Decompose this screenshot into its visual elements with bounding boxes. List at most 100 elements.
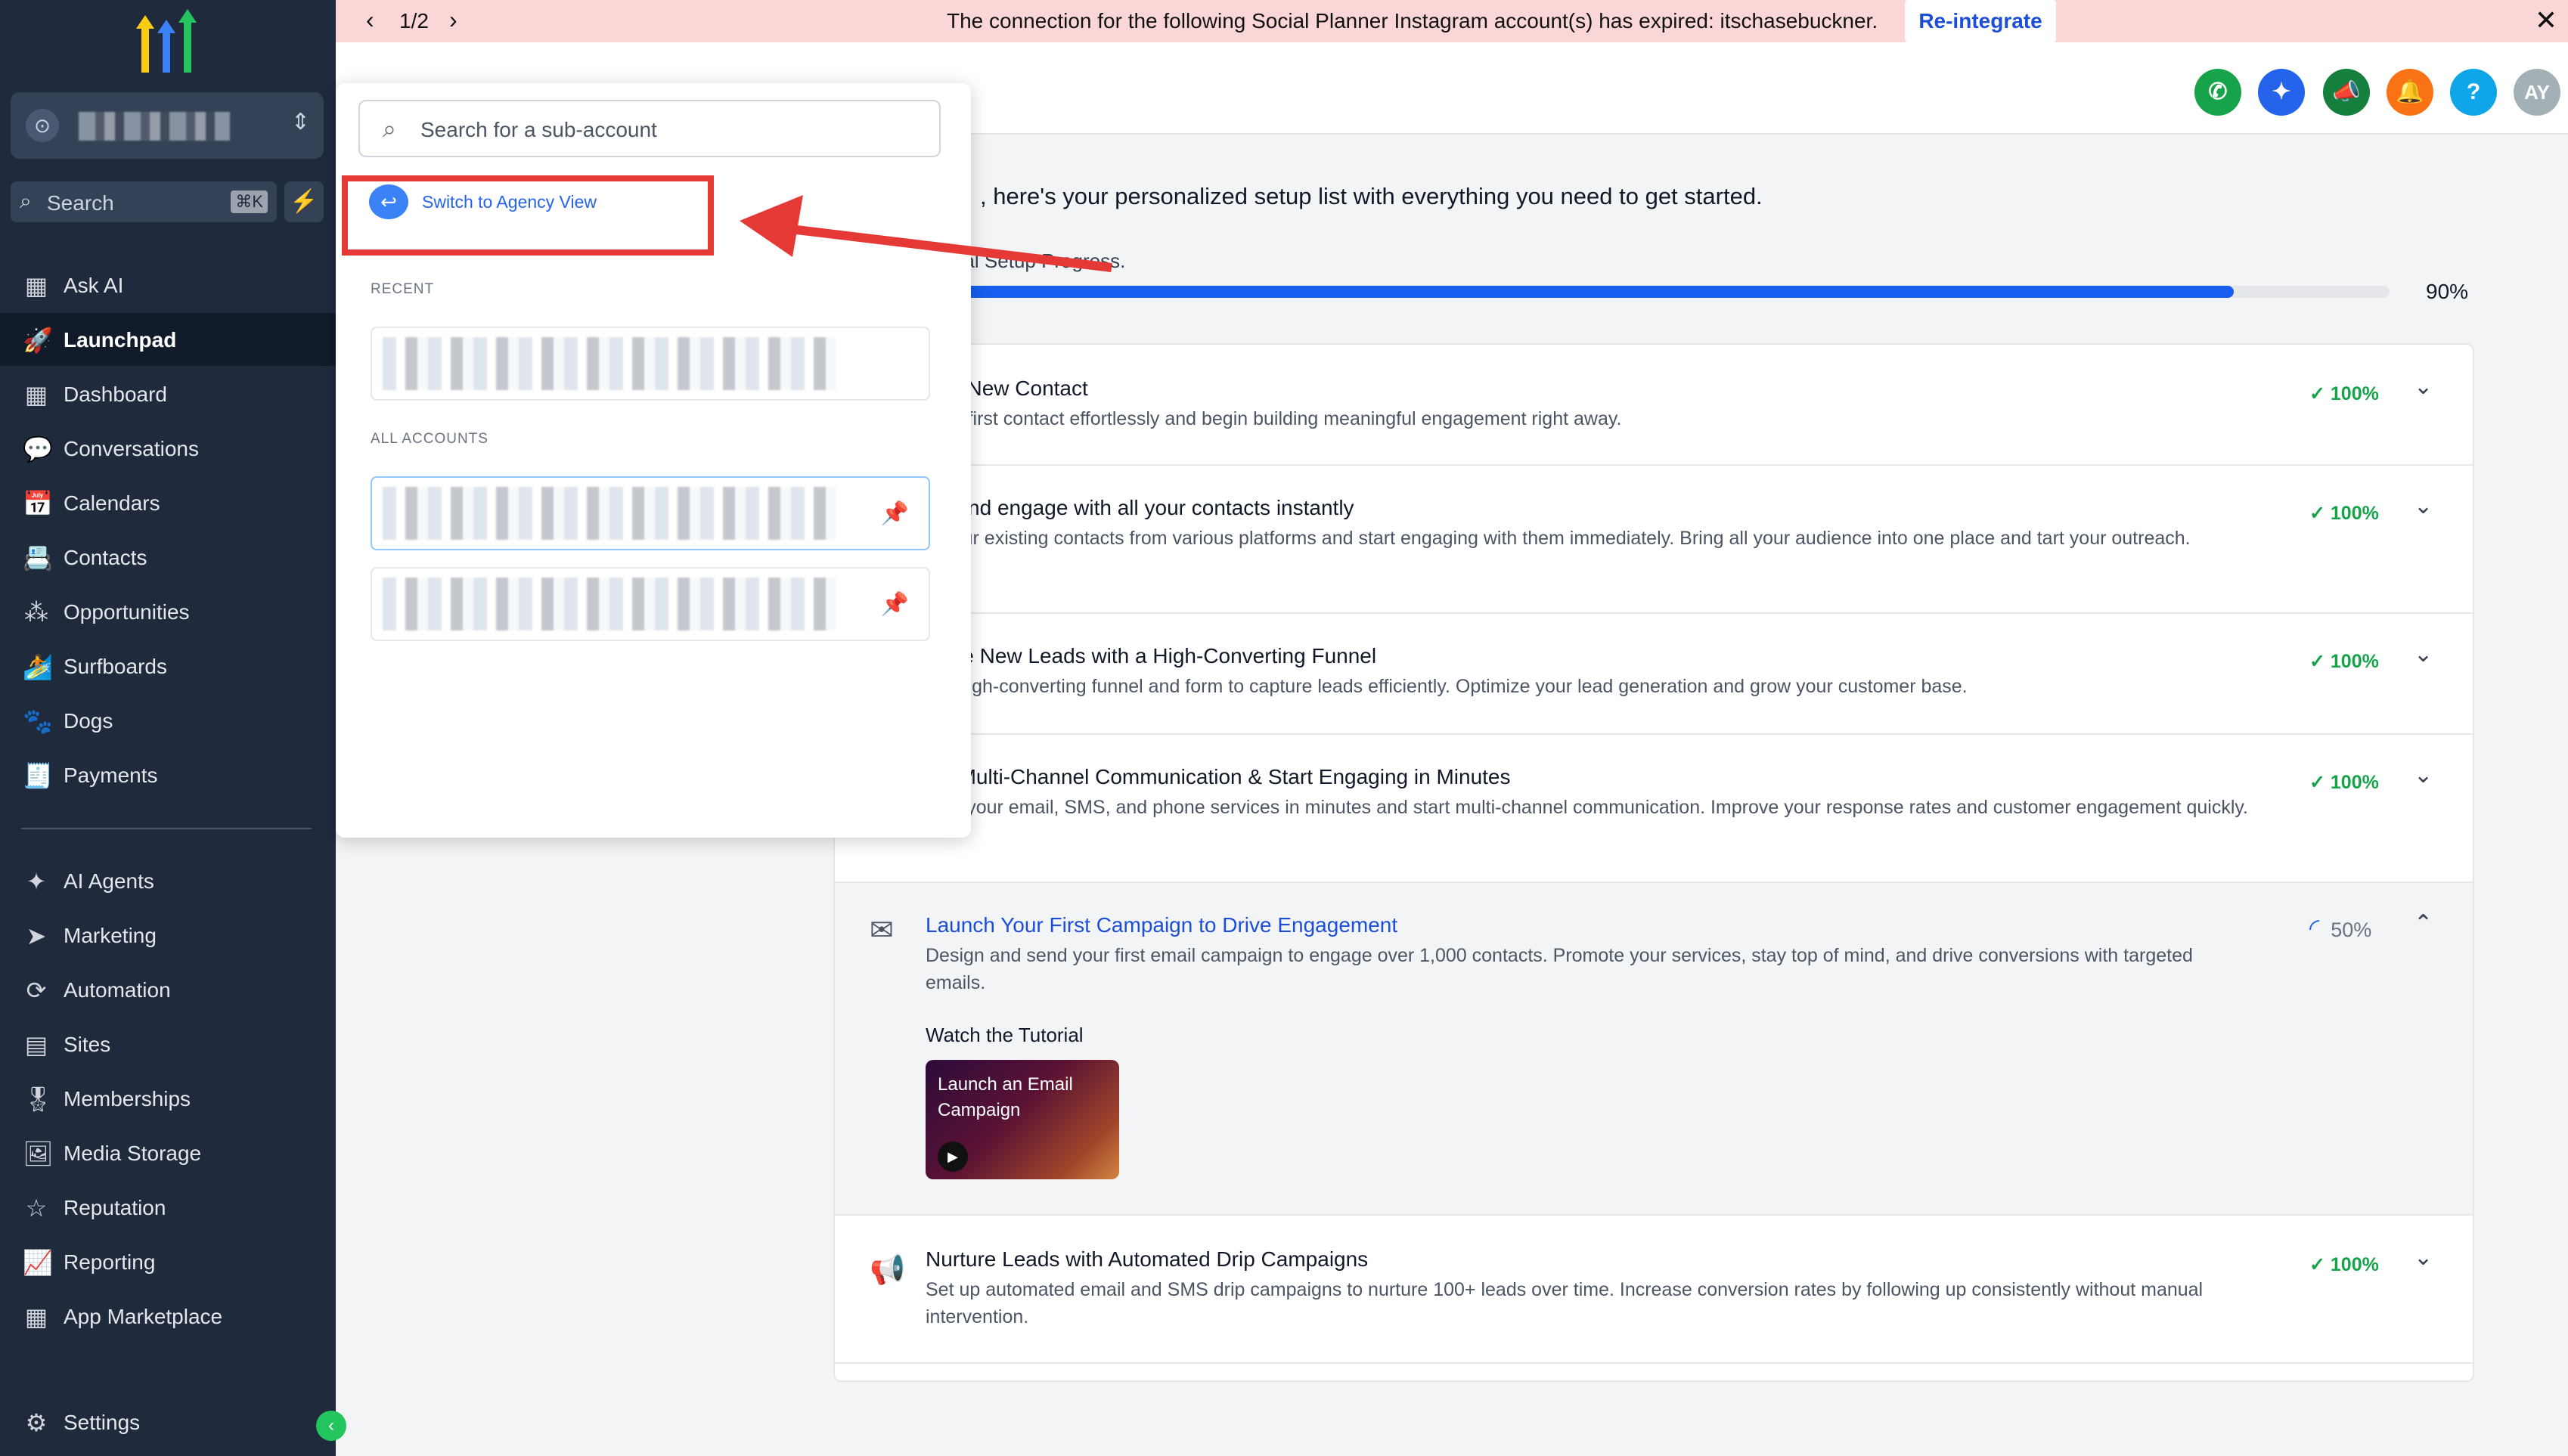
sidebar-search[interactable]: ⌕ Search ⌘K bbox=[11, 181, 277, 222]
pin-icon[interactable]: 📌 bbox=[881, 500, 909, 527]
recent-account-item[interactable] bbox=[371, 327, 930, 401]
sidebar-item-ask-ai[interactable]: ▦ Ask AI bbox=[0, 259, 336, 311]
account-name-redacted bbox=[79, 112, 230, 141]
sidebar-item-label: Marketing bbox=[64, 924, 157, 947]
chevron-down-icon[interactable]: ⌄ bbox=[2414, 1244, 2433, 1271]
trend-icon: 📈 bbox=[23, 1249, 53, 1276]
tutorial-video-thumbnail[interactable]: Launch an Email Campaign ▶ bbox=[926, 1060, 1119, 1179]
progress-label: nal Setup Progress. bbox=[953, 249, 1126, 272]
task-status: ✓ 100% bbox=[2309, 651, 2379, 672]
all-accounts-heading: ALL ACCOUNTS bbox=[371, 431, 488, 447]
sidebar-item-conversations[interactable]: 💬 Conversations bbox=[0, 422, 336, 475]
play-icon[interactable]: ▶ bbox=[938, 1142, 968, 1172]
opportunities-icon: ⁂ bbox=[24, 599, 48, 626]
gear-icon: ⚙ bbox=[25, 1409, 48, 1436]
task-description: nect your email, SMS, and phone services… bbox=[926, 797, 2248, 818]
search-icon: ⌕ bbox=[383, 115, 396, 142]
chevron-down-icon[interactable]: ⌄ bbox=[2414, 493, 2433, 519]
chevron-down-icon[interactable]: ⌄ bbox=[2414, 641, 2433, 668]
account-name-redacted bbox=[383, 578, 836, 630]
tutorial-label: Watch the Tutorial bbox=[926, 1024, 1084, 1046]
sidebar-item-calendars[interactable]: 📅 Calendars bbox=[0, 476, 336, 529]
task-description: p a high-converting funnel and form to c… bbox=[926, 676, 1968, 697]
search-placeholder: Search for a sub-account bbox=[420, 118, 657, 141]
megaphone-icon[interactable]: 📣 bbox=[2323, 69, 2370, 116]
sidebar-item-media-storage[interactable]: 🖼 Media Storage bbox=[0, 1126, 336, 1179]
sidebar-item-label: Sites bbox=[64, 1033, 111, 1056]
bell-icon[interactable]: 🔔 bbox=[2387, 69, 2433, 116]
sidebar: ⊙ ⇕ ⌕ Search ⌘K ⚡ ▦ Ask AI 🚀 Launchpad ▦ Dash… bbox=[0, 0, 346, 1456]
reintegrate-button[interactable]: Re-integrate bbox=[1905, 0, 2056, 42]
sidebar-item-reputation[interactable]: ☆ Reputation bbox=[0, 1181, 336, 1234]
task-row[interactable]: Up Multi-Channel Communication & Start E… bbox=[835, 735, 2473, 883]
chevron-right-icon[interactable]: › bbox=[449, 6, 457, 34]
sidebar-item-opportunities[interactable]: ⁂ Opportunities bbox=[0, 585, 336, 638]
sidebar-item-memberships[interactable]: 🎖 Memberships bbox=[0, 1072, 336, 1125]
sidebar-item-settings[interactable]: ⚙ Settings bbox=[0, 1396, 336, 1448]
rocket-icon: 🚀 bbox=[23, 327, 53, 354]
app-logo bbox=[136, 9, 197, 73]
task-status: ✓ 100% bbox=[2309, 383, 2379, 404]
task-status-value: 100% bbox=[2330, 503, 2379, 524]
phone-icon[interactable]: ✆ bbox=[2194, 69, 2241, 116]
account-item[interactable]: 📌 bbox=[371, 567, 930, 641]
task-status: ✓ 100% bbox=[2309, 1254, 2379, 1275]
subaccount-search-input[interactable]: ⌕ Search for a sub-account bbox=[358, 100, 941, 157]
task-row-expanded[interactable]: ✉ Launch Your First Campaign to Drive En… bbox=[835, 883, 2473, 1216]
automation-icon: ⟳ bbox=[26, 977, 47, 1004]
sidebar-item-dashboard[interactable]: ▦ Dashboard bbox=[0, 367, 336, 420]
chevron-up-icon[interactable]: ⌃ bbox=[2414, 910, 2433, 937]
account-item[interactable]: 📌 bbox=[371, 476, 930, 550]
intro-text: , here's your personalized setup list wi… bbox=[980, 183, 1763, 209]
task-description: rt your existing contacts from various p… bbox=[926, 528, 2191, 549]
sidebar-item-sites[interactable]: ▤ Sites bbox=[0, 1018, 336, 1070]
sidebar-divider bbox=[21, 828, 312, 829]
task-description: your first contact effortlessly and begi… bbox=[926, 408, 1622, 429]
ai-sparkle-icon[interactable]: ✦ bbox=[2258, 69, 2305, 116]
sidebar-item-reporting[interactable]: 📈 Reporting bbox=[0, 1235, 336, 1288]
sidebar-item-launchpad[interactable]: 🚀 Launchpad bbox=[0, 313, 336, 366]
progress-fill bbox=[833, 286, 2235, 298]
bolt-icon: ⚡ bbox=[290, 189, 318, 214]
account-switcher[interactable]: ⊙ ⇕ bbox=[11, 92, 324, 159]
chevron-updown-icon: ⇕ bbox=[290, 110, 310, 135]
task-title: Up Multi-Channel Communication & Start E… bbox=[926, 765, 1511, 788]
spinner-icon: ◜ bbox=[2309, 914, 2320, 943]
task-title: ort and engage with all your contacts in… bbox=[926, 496, 1354, 519]
surfboard-icon: 🏄 bbox=[23, 653, 53, 680]
chevron-left-icon[interactable]: ‹ bbox=[366, 6, 374, 34]
sidebar-item-label: Payments bbox=[64, 764, 158, 787]
recent-heading: RECENT bbox=[371, 281, 435, 297]
image-icon: 🖼 bbox=[23, 1140, 54, 1167]
task-description: Design and send your first email campaig… bbox=[926, 945, 2193, 993]
sidebar-item-label: Contacts bbox=[64, 546, 147, 569]
sidebar-item-surfboards[interactable]: 🏄 Surfboards bbox=[0, 640, 336, 692]
sidebar-item-label: Memberships bbox=[64, 1087, 191, 1111]
star-icon: ☆ bbox=[25, 1194, 48, 1222]
sidebar-item-payments[interactable]: 🧾 Payments bbox=[0, 748, 336, 801]
pin-icon[interactable]: 📌 bbox=[881, 591, 909, 618]
collapse-sidebar-button[interactable]: ‹ bbox=[316, 1411, 346, 1441]
sidebar-item-app-marketplace[interactable]: ▦ App Marketplace bbox=[0, 1290, 336, 1343]
sidebar-item-label: App Marketplace bbox=[64, 1305, 223, 1328]
search-icon: ⌕ bbox=[20, 189, 32, 212]
quick-action-button[interactable]: ⚡ bbox=[284, 181, 324, 222]
task-row[interactable]: 📢 Nurture Leads with Automated Drip Camp… bbox=[835, 1216, 2473, 1364]
sidebar-item-label: Reputation bbox=[64, 1196, 166, 1219]
task-row[interactable]: ort and engage with all your contacts in… bbox=[835, 466, 2473, 614]
sidebar-item-automation[interactable]: ⟳ Automation bbox=[0, 963, 336, 1016]
task-row[interactable]: erate New Leads with a High-Converting F… bbox=[835, 614, 2473, 735]
help-icon[interactable]: ? bbox=[2450, 69, 2497, 116]
avatar[interactable]: AY bbox=[2514, 69, 2560, 116]
sparkle-icon: ✦ bbox=[26, 868, 47, 895]
sidebar-item-dogs[interactable]: 🐾 Dogs bbox=[0, 694, 336, 747]
mail-icon: ✉ bbox=[870, 915, 894, 946]
sidebar-item-ai-agents[interactable]: ✦ AI Agents bbox=[0, 854, 336, 907]
task-row[interactable]: te a New Contact your first contact effo… bbox=[835, 345, 2473, 466]
sidebar-item-label: Media Storage bbox=[64, 1142, 202, 1165]
chevron-down-icon[interactable]: ⌄ bbox=[2414, 762, 2433, 788]
chevron-down-icon[interactable]: ⌄ bbox=[2414, 373, 2433, 400]
close-icon[interactable]: ✕ bbox=[2535, 5, 2557, 36]
sidebar-item-contacts[interactable]: 📇 Contacts bbox=[0, 531, 336, 584]
sidebar-item-marketing[interactable]: ➤ Marketing bbox=[0, 909, 336, 962]
